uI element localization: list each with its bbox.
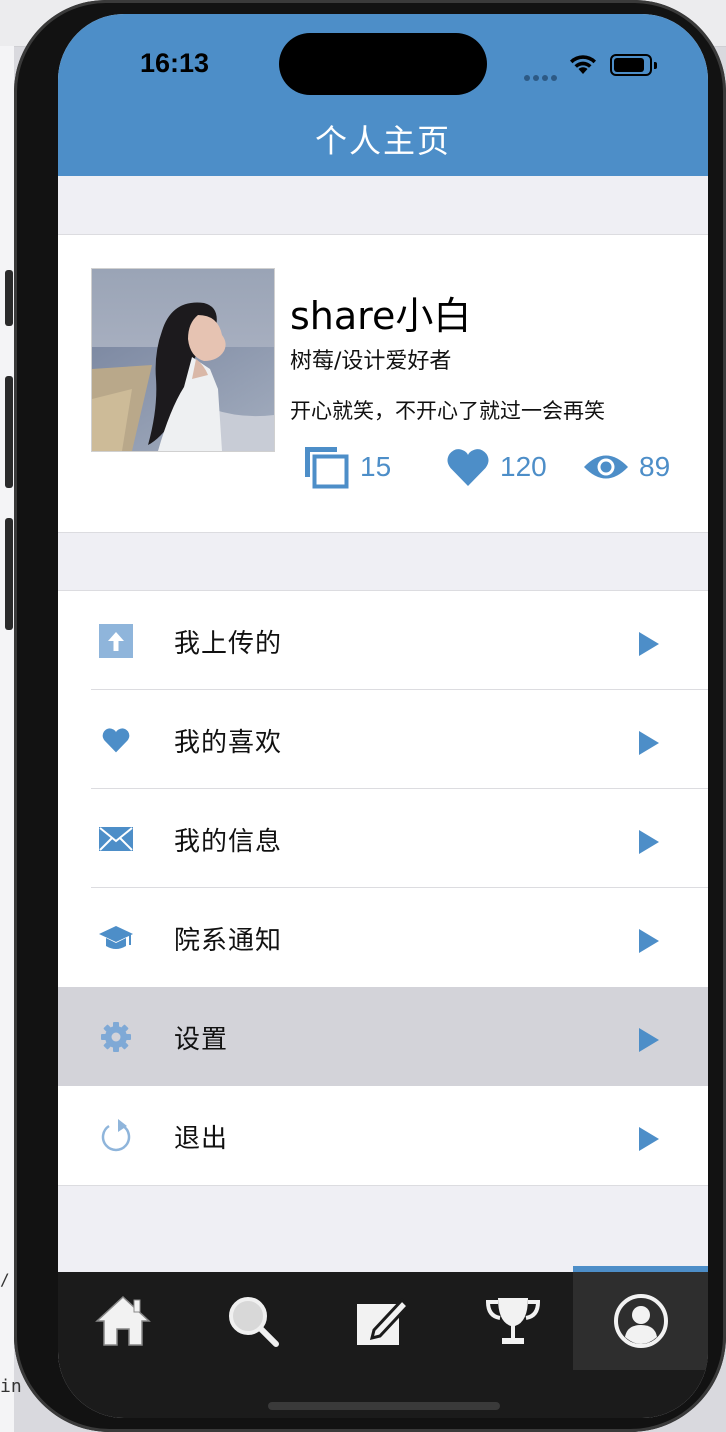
chevron-right-icon: [639, 1028, 659, 1052]
chevron-right-icon: [639, 830, 659, 854]
profile-motto: 开心就笑，不开心了就过一会再笑: [290, 399, 605, 423]
search-icon: [229, 1297, 279, 1347]
profile-role: 树莓/设计爱好者: [290, 349, 452, 374]
menu-item-label: 我的喜欢: [174, 728, 283, 758]
status-time: 16:13: [140, 48, 210, 78]
tab-publish[interactable]: [318, 1272, 448, 1370]
profile-card: share小白 树莓/设计爱好者 开心就笑，不开心了就过一会再笑 15 120: [58, 234, 708, 533]
menu-item-my-uploads[interactable]: 我上传的: [58, 591, 708, 690]
heart-icon: [447, 449, 489, 486]
profile-name: share小白: [290, 294, 472, 338]
likes-count: 120: [500, 451, 547, 482]
upload-icon: [96, 621, 136, 661]
phone-side-button: [5, 270, 13, 326]
menu-item-label: 院系通知: [174, 926, 283, 956]
menu-item-my-info[interactable]: 我的信息: [58, 789, 708, 888]
edit-icon: [357, 1297, 411, 1345]
desktop-text-fragment: /: [0, 1270, 10, 1289]
uploads-stat[interactable]: 15: [302, 443, 391, 491]
desktop-text-fragment: in: [0, 1376, 22, 1397]
home-icon: [95, 1295, 151, 1346]
mail-icon: [96, 819, 136, 859]
likes-stat[interactable]: 120: [446, 443, 547, 491]
page-title: 个人主页: [314, 122, 451, 160]
menu-item-label: 我上传的: [174, 629, 283, 659]
avatar[interactable]: [91, 268, 275, 452]
eye-icon: [584, 455, 628, 479]
views-count: 89: [639, 451, 671, 482]
copy-icon: [305, 447, 349, 489]
signal-dots-icon: [524, 66, 560, 85]
heart-icon: [96, 720, 136, 760]
gear-icon: [96, 1017, 136, 1057]
status-icons: [524, 52, 664, 81]
refresh-icon: [96, 1116, 136, 1156]
chevron-right-icon: [639, 731, 659, 755]
menu-item-settings[interactable]: 设置: [58, 987, 708, 1086]
menu-item-my-likes[interactable]: 我的喜欢: [58, 690, 708, 789]
graduation-cap-icon: [96, 918, 136, 958]
menu-item-label: 退出: [174, 1124, 229, 1154]
menu-item-logout[interactable]: 退出: [58, 1086, 708, 1185]
tab-bar: [58, 1272, 708, 1418]
uploads-count: 15: [360, 451, 392, 482]
desktop-left-strip: [0, 46, 14, 1432]
menu-item-department-notice[interactable]: 院系通知: [58, 888, 708, 987]
phone-frame: 16:13 个人主页 share小白 树莓/设计爱好者 开心就笑，不开心了就过一…: [14, 0, 726, 1432]
wifi-icon: [570, 55, 596, 74]
home-indicator[interactable]: [268, 1402, 500, 1410]
views-stat[interactable]: 89: [583, 443, 670, 491]
chevron-right-icon: [639, 632, 659, 656]
menu-list: 我上传的 我的喜欢 我的信息 院系通知 设置 退出: [58, 590, 708, 1186]
menu-item-label: 设置: [174, 1025, 229, 1055]
app-screen: 16:13 个人主页 share小白 树莓/设计爱好者 开心就笑，不开心了就过一…: [58, 14, 708, 1418]
menu-item-label: 我的信息: [174, 827, 283, 857]
chevron-right-icon: [639, 929, 659, 953]
user-icon: [613, 1294, 668, 1348]
tab-home[interactable]: [58, 1272, 188, 1370]
battery-icon: [610, 54, 657, 76]
phone-side-button: [5, 376, 13, 488]
tab-ranking[interactable]: [448, 1272, 578, 1370]
phone-side-button: [5, 518, 13, 630]
chevron-right-icon: [639, 1127, 659, 1151]
tab-profile[interactable]: [573, 1272, 708, 1370]
trophy-icon: [485, 1298, 541, 1344]
navigation-bar: 16:13 个人主页: [58, 14, 708, 176]
tab-search[interactable]: [188, 1272, 318, 1370]
dynamic-island: [279, 33, 487, 95]
